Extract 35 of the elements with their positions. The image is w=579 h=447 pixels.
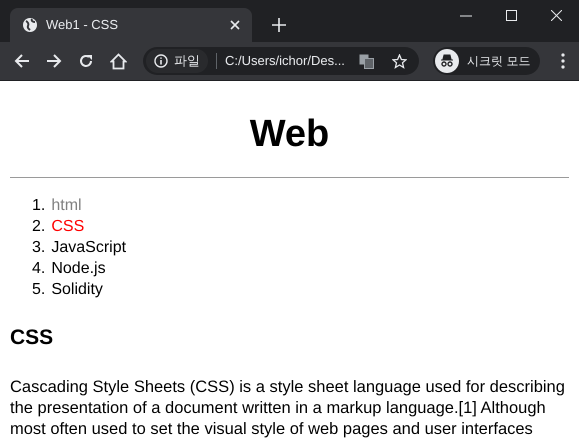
- globe-icon: [22, 17, 38, 33]
- list-number: 3.: [32, 238, 46, 258]
- nav-link[interactable]: html: [51, 194, 82, 216]
- list-number: 4.: [32, 258, 46, 278]
- list-number: 1.: [32, 196, 46, 216]
- paragraph: Cascading Style Sheets (CSS) is a style sheet language used for describing the presentation of a document written in a markup language.[1] Although most often used to set the visual style of web pages and user interfaces: [10, 377, 566, 440]
- nav-link[interactable]: JavaScript: [51, 236, 126, 258]
- star-icon[interactable]: [392, 54, 407, 68]
- back-icon[interactable]: [14, 53, 30, 69]
- menu-icon[interactable]: [561, 53, 565, 69]
- site-info-chip[interactable]: 파일: [146, 49, 208, 73]
- address-bar[interactable]: 파일 C:/Users/ichor/Des...: [143, 47, 419, 75]
- new-tab-icon[interactable]: [272, 18, 286, 32]
- nav-link[interactable]: Solidity: [51, 278, 103, 300]
- info-icon: [154, 54, 168, 68]
- incognito-label: 시크릿 모드: [467, 53, 530, 70]
- close-window-icon[interactable]: [551, 10, 562, 21]
- close-icon[interactable]: [230, 20, 240, 30]
- section-heading: CSS: [10, 324, 54, 350]
- home-icon[interactable]: [110, 52, 127, 70]
- incognito-icon: [435, 49, 459, 73]
- nav-link[interactable]: Node.js: [51, 258, 106, 278]
- reload-icon[interactable]: [78, 53, 94, 69]
- page-heading: Web: [248, 112, 330, 157]
- tab-title: Web1 - CSS: [46, 16, 120, 34]
- list-number: 2.: [32, 216, 46, 236]
- nav-link[interactable]: CSS: [51, 216, 84, 236]
- scheme-label: 파일: [174, 52, 200, 70]
- maximize-icon[interactable]: [506, 10, 517, 21]
- browser-tab[interactable]: Web1 - CSS: [10, 8, 252, 42]
- url-text: C:/Users/ichor/Des...: [225, 52, 346, 70]
- incognito-chip[interactable]: 시크릿 모드: [433, 47, 540, 75]
- minimize-icon[interactable]: [460, 15, 472, 17]
- forward-icon[interactable]: [46, 53, 62, 69]
- list-number: 5.: [32, 280, 46, 300]
